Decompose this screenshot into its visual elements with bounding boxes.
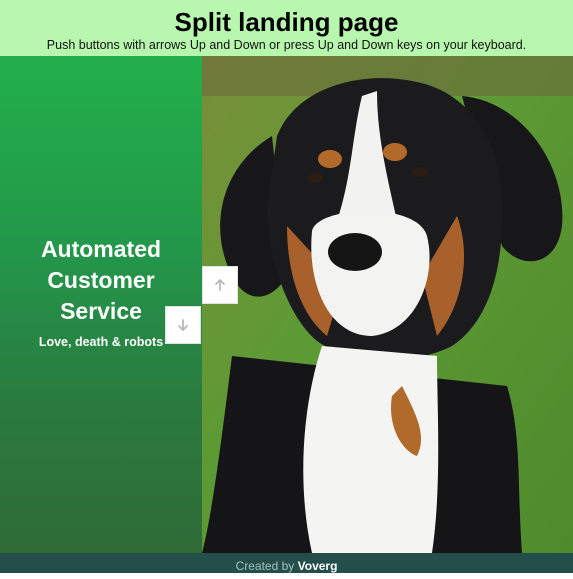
page-header: Split landing page Push buttons with arr… <box>0 0 573 56</box>
footer-credit: Created by <box>235 559 295 573</box>
slide-heading-line: Customer <box>47 267 155 293</box>
scroll-down-button[interactable] <box>165 306 201 344</box>
arrow-up-icon <box>215 279 225 291</box>
page-subtitle: Push buttons with arrows Up and Down or … <box>46 38 527 52</box>
left-slide-panel: Automated Customer Service Love, death &… <box>0 56 202 553</box>
page-title: Split landing page <box>174 7 399 37</box>
author-link[interactable]: Voverg <box>298 559 338 573</box>
arrow-down-icon <box>178 319 188 331</box>
scroll-up-button[interactable] <box>202 266 238 304</box>
slide-heading-line: Automated <box>40 236 162 262</box>
page-footer: Created by Voverg <box>0 553 573 573</box>
dog-illustration <box>202 56 573 553</box>
dog-photo <box>202 56 573 553</box>
